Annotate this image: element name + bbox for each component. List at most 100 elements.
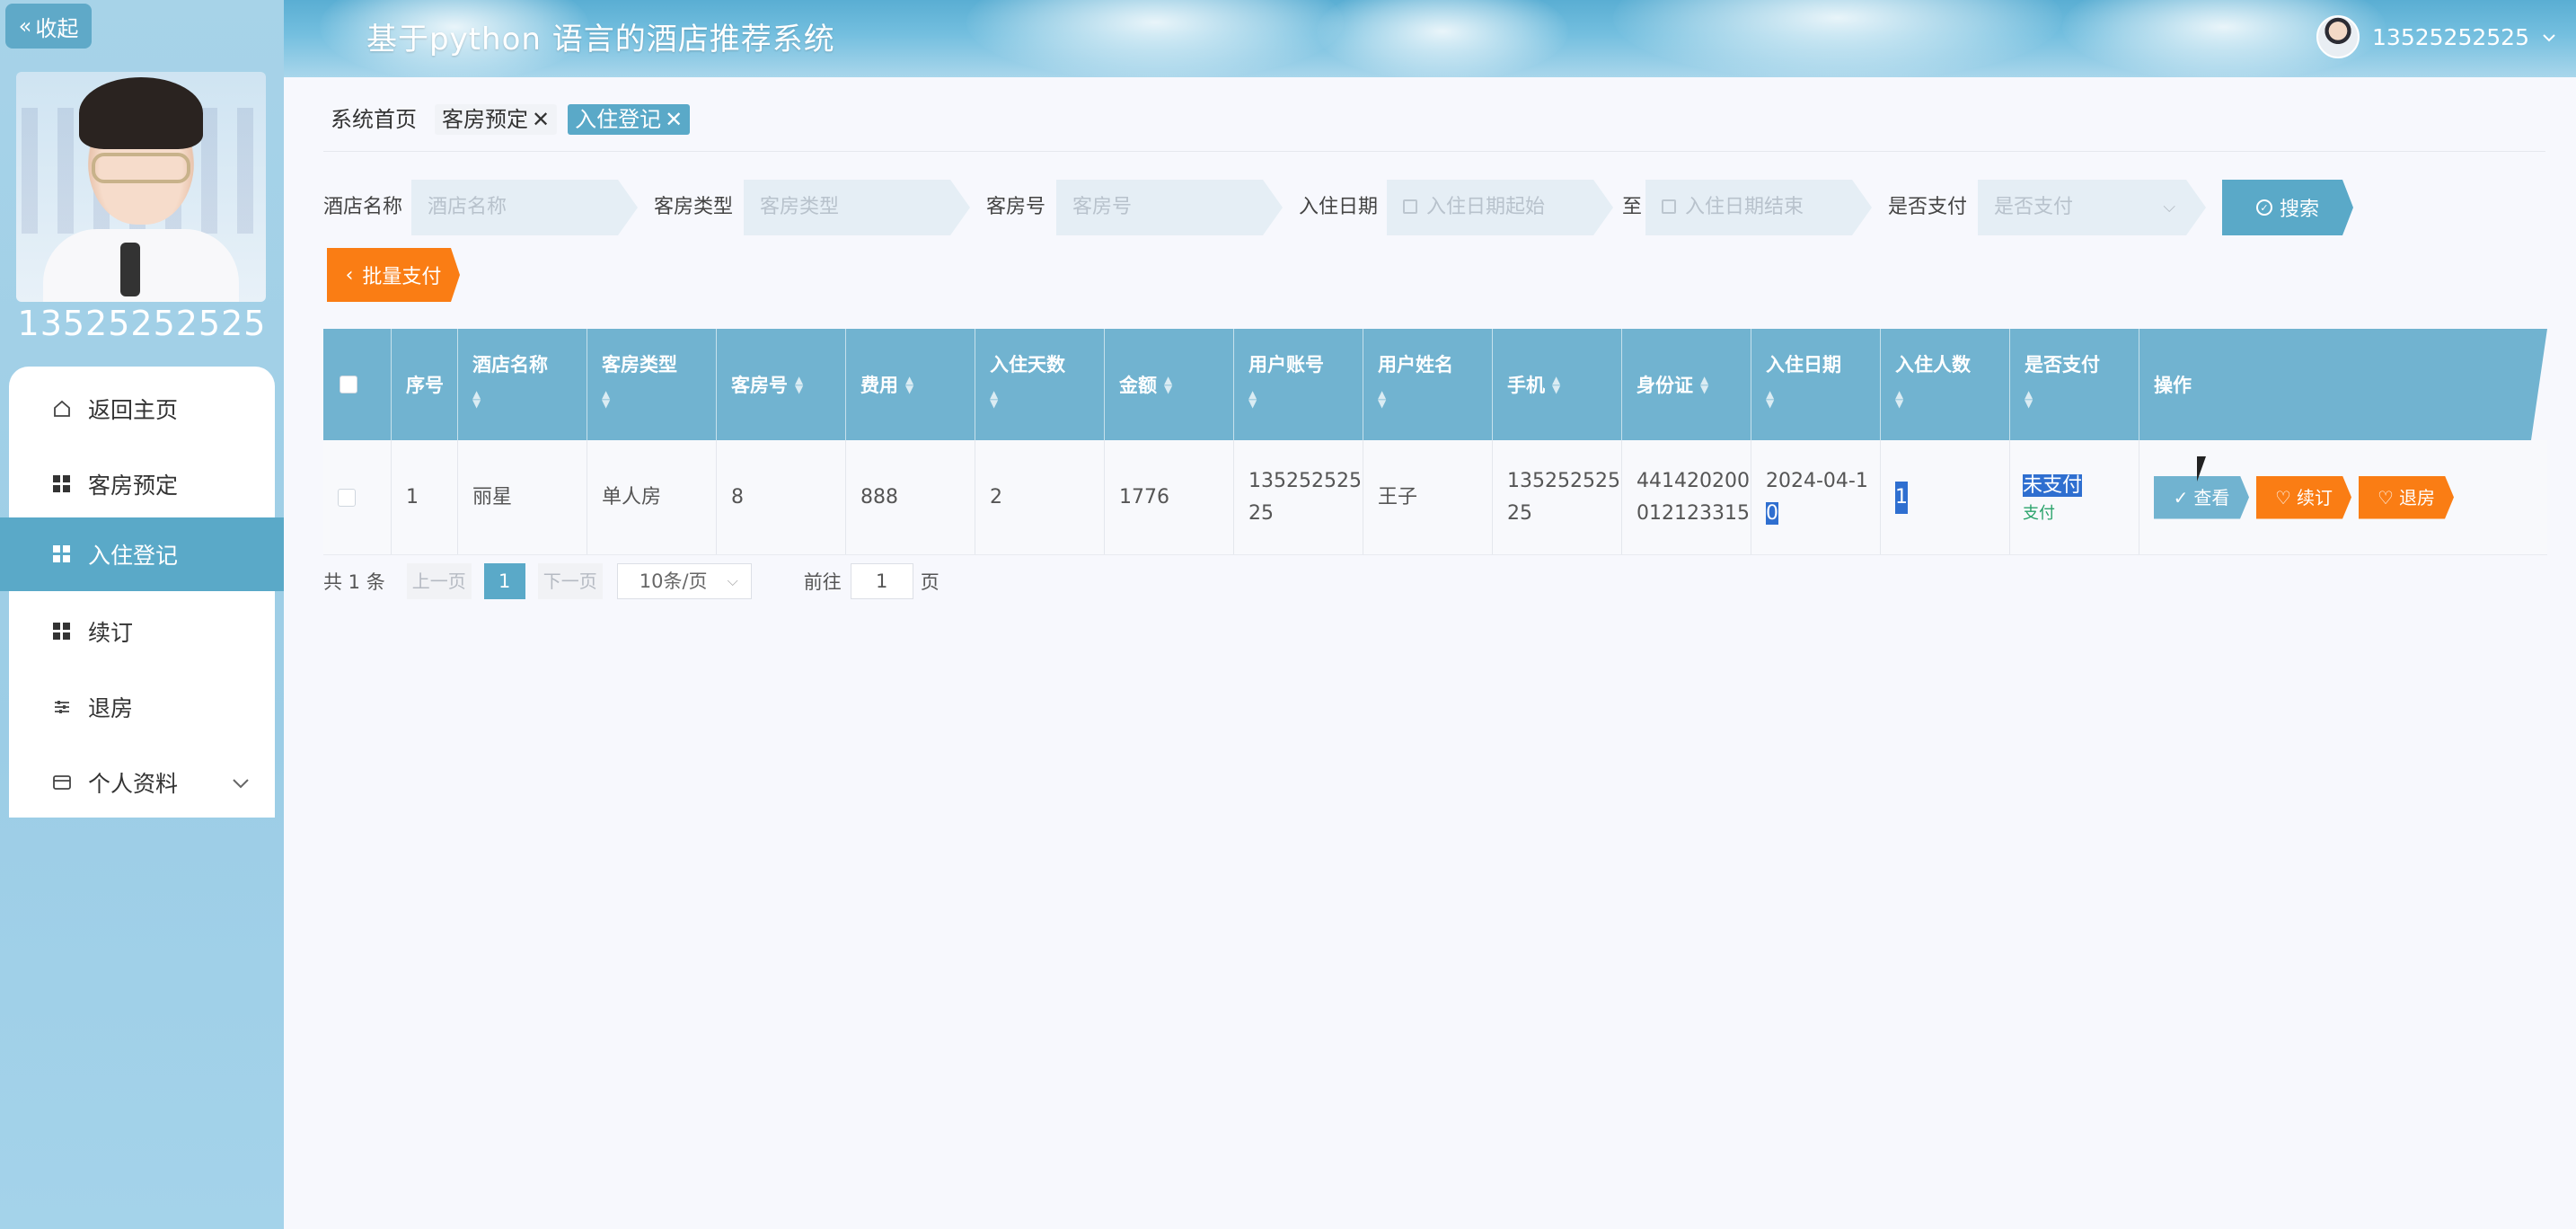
next-page-button[interactable]: 下一页 [537, 563, 603, 599]
prev-page-button[interactable]: 上一页 [406, 563, 472, 599]
mouse-cursor [2197, 456, 2206, 482]
profile-name: 13525252525 [17, 304, 267, 343]
current-page[interactable]: 1 [483, 563, 525, 599]
col-header-phone[interactable]: 手机 ▲ ▼ [1493, 329, 1622, 440]
date-start-input[interactable]: 入住日期起始 [1387, 180, 1613, 235]
sort-icon[interactable]: ▲ ▼ [1378, 390, 1492, 408]
cell-phone: 135252525 25 [1493, 440, 1622, 554]
sort-icon[interactable]: ▲ ▼ [1766, 390, 1880, 408]
calendar-icon [1662, 199, 1676, 214]
button-label: 退房 [2398, 486, 2435, 508]
sort-icon[interactable]: ▲ ▼ [1248, 390, 1363, 408]
header-label: 操作 [2154, 375, 2192, 396]
page-size-select[interactable]: 10条/页 ⌵ [616, 563, 752, 599]
goto-page-input[interactable]: 1 [850, 563, 913, 599]
date-end-input[interactable]: 入住日期结束 [1645, 180, 1872, 235]
col-header-guests[interactable]: 入住人数 ▲ ▼ [1881, 329, 2010, 440]
username: 13525252525 [2372, 23, 2529, 50]
table-row[interactable]: 1 丽星 单人房 8 888 2 1776 135252525 25 王子 135… [323, 440, 2547, 555]
collapse-label: 收起 [35, 15, 79, 41]
placeholder: 入住日期起始 [1426, 196, 1546, 218]
room-type-input[interactable]: 客房类型 [744, 180, 970, 235]
sidebar-item-renew[interactable]: 续订 [9, 595, 275, 668]
cell-amount: 1776 [1105, 440, 1234, 554]
sidebar-item-label: 续订 [88, 620, 134, 646]
breadcrumb-tabs: 系统首页 客房预定 ✕ 入住登记 ✕ [323, 104, 691, 135]
sort-icon[interactable]: ▲ ▼ [472, 390, 587, 408]
search-circle-icon: ✓ [2256, 199, 2272, 216]
col-header-room-type[interactable]: 客房类型 ▲ ▼ [587, 329, 717, 440]
col-header-account[interactable]: 用户账号 ▲ ▼ [1234, 329, 1363, 440]
renew-button[interactable]: ♡ 续订 [2256, 476, 2351, 519]
chevron-down-icon: ⌵ [727, 572, 738, 589]
cell-room-no: 8 [717, 440, 846, 554]
close-icon[interactable]: ✕ [532, 107, 550, 132]
sort-icon[interactable]: ▲ ▼ [1164, 376, 1172, 393]
sort-icon[interactable]: ▲ ▼ [602, 390, 716, 408]
search-form: 酒店名称 酒店名称 客房类型 客房类型 客房号 客房号 入住日期 入住日期起始 … [323, 180, 2569, 235]
sort-icon[interactable]: ▲ ▼ [2025, 390, 2139, 408]
sidebar-item-room-booking[interactable]: 客房预定 [9, 447, 275, 521]
home-icon [52, 399, 72, 419]
col-header-date[interactable]: 入住日期 ▲ ▼ [1751, 329, 1881, 440]
cell-hotel: 丽星 [458, 440, 587, 554]
sort-icon[interactable]: ▲ ▼ [1895, 390, 2009, 408]
header-label: 手机 [1507, 375, 1545, 396]
paid-label: 是否支付 [1888, 196, 1968, 218]
collapse-button[interactable]: « 收起 [5, 4, 92, 49]
hotel-name-label: 酒店名称 [323, 196, 403, 218]
sort-icon[interactable]: ▲ ▼ [1700, 376, 1708, 393]
hotel-name-input[interactable]: 酒店名称 [411, 180, 638, 235]
batch-pay-button[interactable]: ‹ 批量支付 [327, 248, 460, 302]
header-label: 金额 [1119, 375, 1157, 396]
checkin-date-label: 入住日期 [1299, 196, 1379, 218]
header-label: 身份证 [1636, 375, 1693, 396]
tab-label: 入住登记 [575, 107, 662, 132]
paid-select[interactable]: 是否支付 ⌵ [1978, 180, 2206, 235]
col-header-actions: 操作 [2139, 329, 2547, 440]
grid-icon [52, 622, 72, 641]
view-button[interactable]: ✓ 查看 [2154, 476, 2249, 519]
cell-text: 135252525 [1248, 469, 1362, 492]
placeholder: 入住日期结束 [1685, 196, 1804, 218]
sidebar-item-home[interactable]: 返回主页 [9, 372, 275, 446]
tab-room-booking[interactable]: 客房预定 ✕ [435, 104, 558, 135]
cell-text: 012123315 [1636, 501, 1750, 525]
col-header-amount[interactable]: 金额 ▲ ▼ [1105, 329, 1234, 440]
sliders-icon [52, 697, 72, 717]
col-header-paid[interactable]: 是否支付 ▲ ▼ [2010, 329, 2139, 440]
search-button[interactable]: ✓ 搜索 [2222, 180, 2353, 235]
col-header-hotel[interactable]: 酒店名称 ▲ ▼ [458, 329, 587, 440]
row-checkbox[interactable] [338, 488, 356, 507]
checkin-table: 序号 酒店名称 ▲ ▼ 客房类型 ▲ ▼ 客房号 ▲ ▼ 费用 ▲ ▼ 入住天数 ▲ ▼ 金额 ▲ ▼ … [323, 329, 2547, 555]
heart-icon: ♡ [2378, 486, 2394, 508]
cell-text: 2024-04-1 [1766, 469, 1868, 492]
pay-link[interactable]: 支付 [2023, 502, 2082, 526]
sidebar-item-checkout[interactable]: 退房 [9, 670, 275, 744]
sort-icon[interactable]: ▲ ▼ [905, 376, 913, 393]
cell-fee: 888 [846, 440, 975, 554]
sidebar-item-label: 客房预定 [88, 473, 179, 499]
close-icon[interactable]: ✕ [665, 107, 683, 132]
user-menu[interactable]: 13525252525 [2316, 14, 2556, 59]
room-no-label: 客房号 [986, 196, 1046, 218]
sort-icon[interactable]: ▲ ▼ [1552, 376, 1560, 393]
tab-checkin[interactable]: 入住登记 ✕ [568, 104, 691, 135]
col-header-fee[interactable]: 费用 ▲ ▼ [846, 329, 975, 440]
col-header-days[interactable]: 入住天数 ▲ ▼ [975, 329, 1105, 440]
checkout-button[interactable]: ♡ 退房 [2359, 476, 2454, 519]
header-label: 客房号 [731, 375, 788, 396]
sort-icon[interactable]: ▲ ▼ [990, 390, 1104, 408]
header-label: 序号 [406, 375, 444, 396]
col-header-room-no[interactable]: 客房号 ▲ ▼ [717, 329, 846, 440]
sidebar-item-profile[interactable]: 个人资料 [9, 746, 275, 819]
page-unit-label: 页 [920, 571, 940, 593]
col-header-name[interactable]: 用户姓名 ▲ ▼ [1363, 329, 1493, 440]
header-label: 酒店名称 [472, 354, 548, 376]
sidebar-item-checkin[interactable]: 入住登记 [0, 517, 284, 591]
col-header-id-card[interactable]: 身份证 ▲ ▼ [1622, 329, 1751, 440]
room-no-input[interactable]: 客房号 [1056, 180, 1283, 235]
select-all-checkbox[interactable] [340, 376, 357, 393]
sort-icon[interactable]: ▲ ▼ [795, 376, 803, 393]
tab-home[interactable]: 系统首页 [323, 104, 424, 135]
